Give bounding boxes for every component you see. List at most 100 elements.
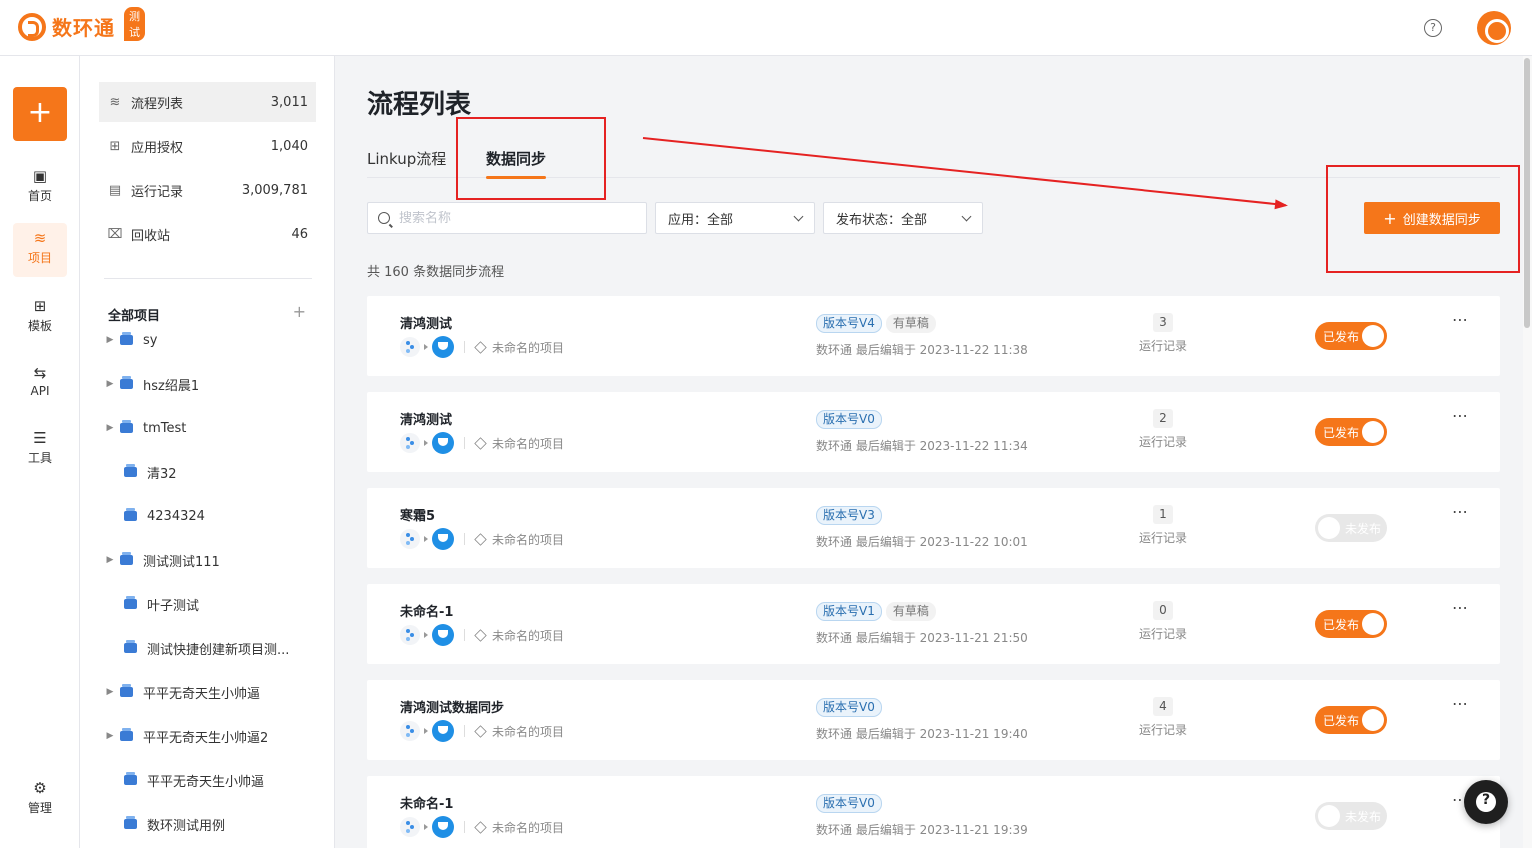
chevron-down-icon — [961, 211, 972, 221]
rail-item-templates[interactable]: ⊞ 模板 — [13, 291, 67, 345]
project-name: 未命名的项目 — [492, 436, 565, 451]
caret-right-icon[interactable]: ▶ — [100, 379, 120, 389]
project-tree-item[interactable]: ▶ hsz绍晨1 — [100, 362, 315, 406]
publish-toggle[interactable]: 已发布 — [1315, 706, 1387, 734]
project-tree-item[interactable]: ▶ sy — [100, 318, 315, 362]
run-records[interactable]: 0 运行记录 — [1127, 601, 1199, 642]
flow-name[interactable]: 清鸿测试 — [400, 409, 452, 428]
search-input[interactable] — [399, 210, 629, 226]
flow-name[interactable]: 清鸿测试 — [400, 313, 452, 332]
avatar[interactable] — [1477, 11, 1511, 45]
status-filter-select[interactable]: 发布状态：全部 — [823, 202, 983, 234]
project-tree-item[interactable]: 4234324 — [100, 494, 315, 538]
version-tags: 版本号V0 — [816, 794, 882, 813]
version-badge: 版本号V0 — [816, 698, 882, 717]
target-app-icon — [432, 432, 454, 454]
caret-right-icon[interactable]: ▶ — [100, 335, 120, 345]
version-tags: 版本号V0 — [816, 698, 882, 717]
run-records-label: 运行记录 — [1138, 531, 1187, 545]
rail-item-admin[interactable]: ⚙ 管理 — [13, 773, 67, 827]
arrow-right-icon — [424, 728, 428, 734]
env-badge: 测试 — [124, 7, 145, 41]
divider — [464, 437, 465, 449]
project-tree-item[interactable]: 叶子测试 — [100, 582, 315, 626]
run-records-label: 运行记录 — [1138, 435, 1187, 449]
project-tree-item[interactable]: ▶ tmTest — [100, 406, 315, 450]
run-count: 3 — [1153, 313, 1173, 332]
project-tree-item[interactable]: ▶ 平平无奇天生小帅逼 — [100, 670, 315, 714]
help-icon[interactable]: ? — [1424, 19, 1442, 37]
project-tree-label: hsz绍晨1 — [143, 378, 200, 394]
secondary-sidebar: ≋ 流程列表 3,011 ⊞ 应用授权 1,040 ▤ 运行记录 3,009,7… — [80, 56, 335, 848]
project-tree-item[interactable]: 清32 — [100, 450, 315, 494]
flow-name[interactable]: 未命名-1 — [400, 601, 453, 620]
publish-status-label: 已发布 — [1323, 330, 1360, 344]
more-options-icon[interactable]: ⋯ — [1452, 310, 1469, 329]
caret-right-icon[interactable]: ▶ — [100, 555, 120, 565]
project-tree-item[interactable]: ▶ 测试测试111 — [100, 538, 315, 582]
flow-name[interactable]: 寒霜5 — [400, 505, 435, 524]
run-records[interactable]: 3 运行记录 — [1127, 313, 1199, 354]
sidebar-item-flow-list[interactable]: ≋ 流程列表 3,011 — [99, 82, 316, 122]
caret-right-icon[interactable]: ▶ — [100, 687, 120, 697]
project-tree-label: 平平无奇天生小帅逼 — [147, 774, 265, 790]
home-icon: ▣ — [32, 167, 48, 185]
search-icon — [378, 212, 390, 224]
caret-right-icon[interactable]: ▶ — [100, 423, 120, 433]
run-count: 4 — [1153, 697, 1173, 716]
publish-toggle[interactable]: 已发布 — [1315, 610, 1387, 638]
flow-card[interactable]: 清鸿测试 未命名的项目 版本号V4 有草稿 数环通 最后编辑于 2023-11-22 1… — [367, 296, 1500, 376]
flow-name[interactable]: 未命名-1 — [400, 793, 453, 812]
publish-status-label: 已发布 — [1323, 426, 1360, 440]
target-app-icon — [432, 528, 454, 550]
publish-toggle[interactable]: 已发布 — [1315, 322, 1387, 350]
floating-help-button[interactable]: ? — [1464, 780, 1508, 824]
project-name: 未命名的项目 — [492, 724, 565, 739]
rail-item-tools[interactable]: ☰ 工具 — [13, 423, 67, 477]
rail-item-home[interactable]: ▣ 首页 — [13, 161, 67, 215]
clipboard-icon: ▤ — [108, 182, 122, 198]
result-count: 共 160 条数据同步流程 — [367, 265, 505, 280]
flow-connector-chain: 未命名的项目 — [400, 720, 564, 742]
sidebar-item-app-auth[interactable]: ⊞ 应用授权 1,040 — [99, 126, 316, 166]
project-tree-item[interactable]: 平平无奇天生小帅逼 — [100, 758, 315, 802]
flow-card[interactable]: 未命名-1 未命名的项目 版本号V0 数环通 最后编辑于 2023-11-21 19:… — [367, 776, 1500, 848]
run-records[interactable]: 1 运行记录 — [1127, 505, 1199, 546]
more-options-icon[interactable]: ⋯ — [1452, 502, 1469, 521]
create-button[interactable]: + — [13, 87, 67, 141]
tab-linkup[interactable]: Linkup流程 — [367, 148, 446, 169]
run-records[interactable]: 4 运行记录 — [1127, 697, 1199, 738]
app-logo[interactable]: 数环通 测试 — [18, 7, 145, 41]
flow-card[interactable]: 未命名-1 未命名的项目 版本号V1 有草稿 数环通 最后编辑于 2023-11-21 … — [367, 584, 1500, 664]
status-filter-value: 发布状态：全部 — [836, 212, 928, 228]
flow-card[interactable]: 清鸿测试数据同步 未命名的项目 版本号V0 数环通 最后编辑于 2023-11-21 … — [367, 680, 1500, 760]
publish-status-label: 未发布 — [1345, 810, 1382, 824]
project-tree-item[interactable]: ▶ 平平无奇天生小帅逼2 — [100, 714, 315, 758]
toggle-knob — [1362, 421, 1384, 443]
project-tree-label: 叶子测试 — [147, 598, 200, 614]
project-tree-item[interactable]: 数环测试用例 — [100, 802, 315, 846]
more-options-icon[interactable]: ⋯ — [1452, 598, 1469, 617]
project-tree-item[interactable]: 测试快捷创建新项目测... — [100, 626, 315, 670]
page-title: 流程列表 — [367, 90, 472, 120]
flow-name[interactable]: 清鸿测试数据同步 — [400, 697, 504, 716]
flow-card[interactable]: 清鸿测试 未命名的项目 版本号V0 数环通 最后编辑于 2023-11-22 11:3… — [367, 392, 1500, 472]
caret-right-icon[interactable]: ▶ — [100, 731, 120, 741]
target-app-icon — [432, 336, 454, 358]
publish-toggle[interactable]: 已发布 — [1315, 418, 1387, 446]
flow-card[interactable]: 寒霜5 未命名的项目 版本号V3 数环通 最后编辑于 2023-11-22 10:01… — [367, 488, 1500, 568]
sidebar-item-recycle-bin[interactable]: ⌧ 回收站 46 — [99, 214, 316, 254]
rail-item-projects[interactable]: ≋ 项目 — [13, 223, 67, 277]
rail-item-api[interactable]: ⇆ API — [13, 358, 67, 412]
run-records[interactable]: 2 运行记录 — [1127, 409, 1199, 450]
run-count: 2 — [1153, 409, 1173, 428]
project-tree-label: sy — [143, 332, 158, 348]
app-filter-select[interactable]: 应用：全部 — [655, 202, 815, 234]
publish-toggle[interactable]: 未发布 — [1315, 514, 1387, 542]
scrollbar-thumb[interactable] — [1524, 58, 1530, 328]
publish-toggle[interactable]: 未发布 — [1315, 802, 1387, 830]
more-options-icon[interactable]: ⋯ — [1452, 694, 1469, 713]
more-options-icon[interactable]: ⋯ — [1452, 406, 1469, 425]
project-icon — [120, 376, 133, 389]
sidebar-item-run-logs[interactable]: ▤ 运行记录 3,009,781 — [99, 170, 316, 210]
